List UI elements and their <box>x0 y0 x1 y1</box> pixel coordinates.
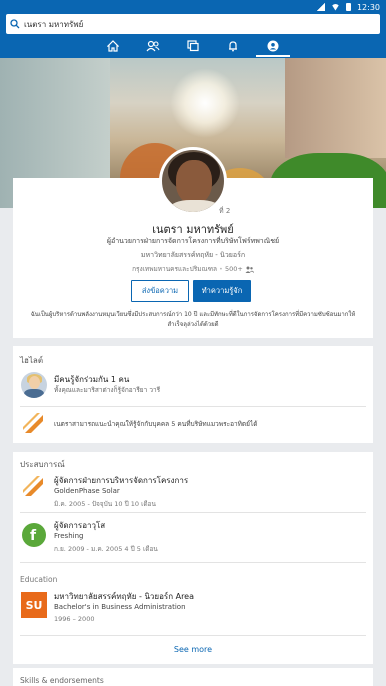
goldenphase-logo-icon <box>23 413 43 433</box>
job-title: ผู้จัดการอาวุโส <box>54 521 106 530</box>
svg-text:f: f <box>30 528 37 544</box>
mutual-detail: ทั้งคุณและมาริสาต่างก็รู้จักอารียา วารี <box>54 386 161 394</box>
profile-headline: ผู้อำนวยการฝ่ายการจัดการโครงการที่บริษัท… <box>106 237 280 245</box>
tab-notifications[interactable] <box>224 37 242 55</box>
mutual-connection-row[interactable]: มีคนรู้จักร่วมกัน 1 คน ทั้งคุณและมาริสาต… <box>13 370 373 402</box>
search-input[interactable] <box>24 19 364 29</box>
connections-count: 500+ <box>224 265 243 273</box>
job-title: ผู้จัดการฝ่ายการบริหารจัดการโครงการ <box>54 476 189 485</box>
messaging-icon <box>187 40 199 52</box>
nav-tabs <box>0 37 386 57</box>
freshing-logo-icon: f <box>22 523 46 547</box>
profile-summary: ฉันเป็นผู้บริหารด้านพลังงานหมุนเวียนซึ่ง… <box>30 311 356 328</box>
school-name: มหาวิทยาลัยสรรค์ทฤหัย - นิวยอร์ก Area <box>54 592 194 601</box>
home-icon <box>107 40 119 52</box>
tab-me[interactable] <box>256 37 290 57</box>
search-bar[interactable] <box>6 14 380 34</box>
divider <box>20 635 366 636</box>
tab-my-network[interactable] <box>144 37 162 55</box>
tab-home[interactable] <box>104 37 122 55</box>
me-icon <box>267 40 279 52</box>
avatar[interactable] <box>159 147 227 215</box>
school-logo-icon: SU <box>21 592 47 618</box>
divider <box>20 512 366 513</box>
wifi-icon <box>330 3 340 11</box>
profile-actions: ส่งข้อความ ทำความรู้จัก <box>131 280 251 302</box>
highlights-card: ไฮไลต์ มีคนรู้จักร่วมกัน 1 คน ทั้งคุณและ… <box>13 346 373 443</box>
profile-location: กรุงเทพมหานครและปริมณฑล • 500+ <box>13 264 373 274</box>
job-dates: ก.ย. 2009 - ม.ค. 2005 4 ปี 5 เดือน <box>54 545 158 553</box>
signal-icon <box>316 3 325 11</box>
status-bar: 12:30 <box>0 0 386 14</box>
goldenphase-logo-icon <box>23 476 43 496</box>
top-bar <box>0 14 386 58</box>
bell-icon <box>229 41 237 52</box>
battery-icon <box>345 3 351 11</box>
tab-messaging[interactable] <box>184 37 202 55</box>
job-company: GoldenPhase Solar <box>54 487 120 495</box>
see-more-link[interactable]: See more <box>13 645 373 654</box>
divider <box>20 406 366 407</box>
status-time: 12:30 <box>356 2 380 12</box>
education-dates: 1996 – 2000 <box>54 615 95 623</box>
job-dates: มิ.ค. 2005 - ปัจจุบัน 10 ปี 10 เดือน <box>54 500 156 508</box>
experience-card: ประสบการณ์ ผู้จัดการฝ่ายการบริหารจัดการโ… <box>13 452 373 664</box>
skills-title: Skills & endorsements <box>20 676 104 685</box>
intro-row[interactable]: เนตราสามารถแนะนำคุณให้รู้จักกับบุคคล 5 ค… <box>13 409 373 441</box>
skills-card: Skills & endorsements <box>13 668 373 686</box>
search-icon <box>10 19 20 29</box>
experience-title: ประสบการณ์ <box>20 460 65 469</box>
profile-school: มหาวิทยาลัยสรรค์ทฤหัย - นิวยอร์ก <box>140 251 246 259</box>
connection-degree: ที่ 2 <box>219 207 231 215</box>
connect-button[interactable]: ทำความรู้จัก <box>193 280 251 302</box>
people-icon <box>146 40 160 52</box>
education-degree: Bachelor's in Business Administration <box>54 603 186 611</box>
highlights-title: ไฮไลต์ <box>20 356 44 365</box>
intro-text: เนตราสามารถแนะนำคุณให้รู้จักกับบุคคล 5 ค… <box>54 420 258 428</box>
divider <box>20 562 366 563</box>
school-logo-text: SU <box>25 598 43 612</box>
education-title: Education <box>20 575 58 584</box>
location-text: กรุงเทพมหานครและปริมณฑล <box>132 265 217 273</box>
send-message-button[interactable]: ส่งข้อความ <box>131 280 189 302</box>
connections-icon <box>245 266 255 273</box>
mutual-avatar <box>21 372 47 398</box>
job-company: Freshing <box>54 532 84 540</box>
